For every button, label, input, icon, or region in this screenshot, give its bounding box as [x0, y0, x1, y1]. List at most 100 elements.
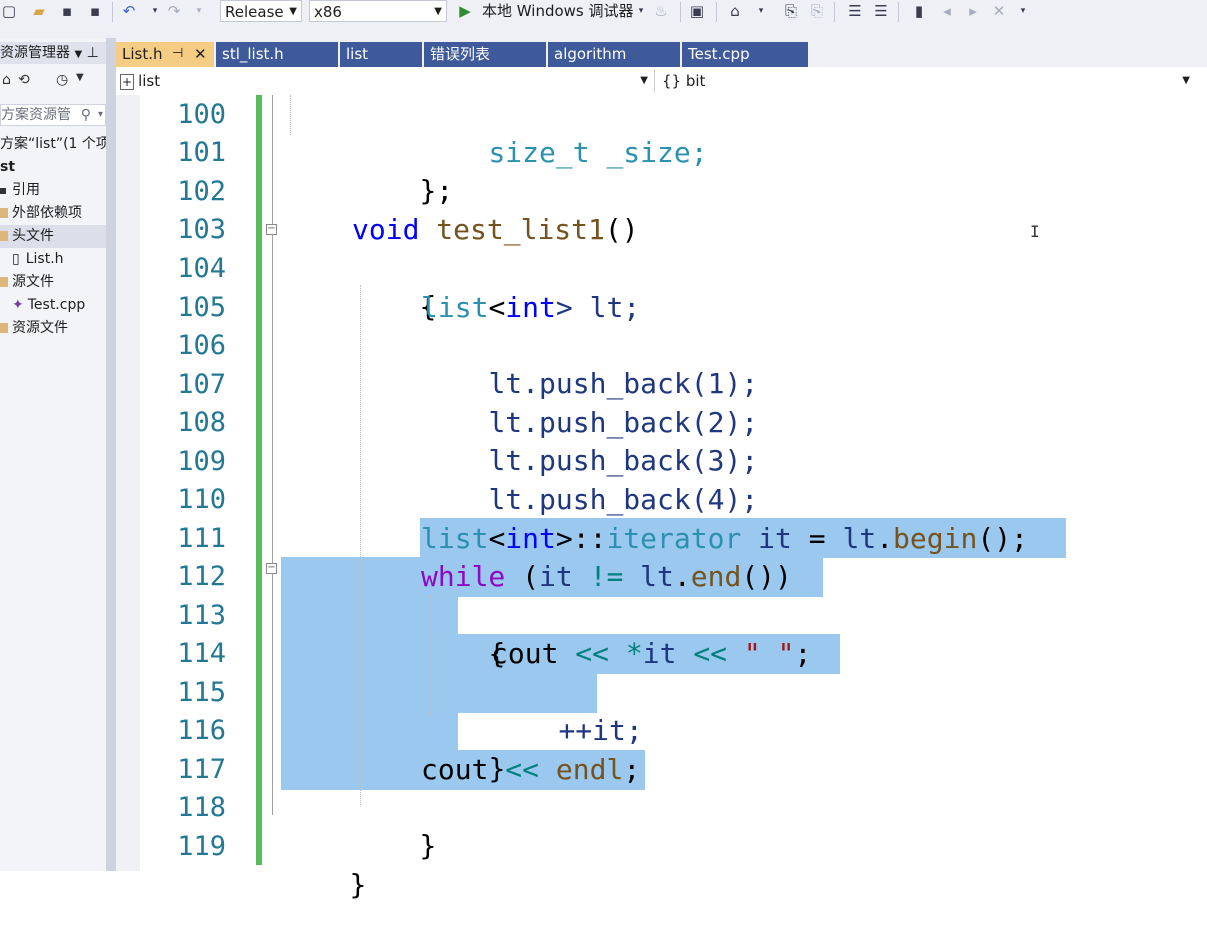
chevron-down-icon[interactable]: ▼: [76, 72, 84, 83]
code-line-112: while (it != lt.end()): [421, 560, 792, 593]
hot-reload-icon[interactable]: ♨: [652, 2, 670, 20]
chevron-down-icon[interactable]: ▾: [98, 105, 103, 125]
chevron-down-icon[interactable]: ▾: [752, 2, 770, 20]
undo-icon[interactable]: ↶: [120, 2, 138, 20]
code-line-100: size_t _size;: [421, 96, 707, 169]
platform-select[interactable]: x86 ▼: [309, 0, 447, 22]
separator: [112, 2, 113, 22]
code-line-118: }: [352, 789, 436, 862]
tab-algorithm[interactable]: algorithm: [548, 42, 680, 67]
separator: [680, 2, 681, 22]
save-icon[interactable]: ▪: [58, 2, 76, 20]
open-folder-icon[interactable]: ▰: [30, 2, 48, 20]
separator: [834, 2, 835, 22]
external-deps-node[interactable]: 外部依赖项: [0, 202, 106, 225]
history-icon[interactable]: ◷: [56, 72, 68, 88]
solution-search-input[interactable]: 方案资源管 ⚲ ▾: [0, 104, 106, 126]
solution-explorer-toolbar: ⌂ ⟲ ◷ ▼: [0, 70, 106, 94]
solution-explorer-header: 资源管理器 ▼ ⊥: [0, 42, 106, 64]
clear-bookmarks-icon[interactable]: ✕: [990, 2, 1008, 20]
code-line-106: lt.push_back(1);: [421, 327, 758, 400]
comment-icon[interactable]: ☰: [872, 2, 890, 20]
prev-bookmark-icon[interactable]: ◂: [938, 2, 956, 20]
code-type: list: [421, 522, 489, 555]
redo-icon[interactable]: ↷: [165, 2, 183, 20]
step-out-icon[interactable]: ⎘: [808, 2, 826, 20]
solution-explorer: 资源管理器 ▼ ⊥ ⌂ ⟲ ◷ ▼ 方案资源管 ⚲ ▾ 方案“list”(1 个…: [0, 38, 106, 871]
outline-line: [272, 95, 273, 224]
document-tabs: List.h ⊣ ✕ stl_list.h list 错误列表 algorith…: [116, 38, 1207, 67]
member-select[interactable]: {} bit ▼: [662, 70, 1194, 92]
code-line-117: cout << endl;: [421, 753, 641, 786]
code-text: ++it;: [558, 714, 643, 747]
configuration-value: Release: [225, 3, 284, 21]
step-icon[interactable]: ⎘: [782, 2, 800, 20]
line-number: 111: [177, 523, 226, 554]
chevron-down-icon[interactable]: ▾: [1014, 2, 1032, 20]
tab-label: stl_list.h: [222, 45, 284, 63]
scope-value: list: [138, 72, 161, 90]
tab-stl-list-h[interactable]: stl_list.h: [216, 42, 338, 67]
save-all-icon[interactable]: ▪: [86, 2, 104, 20]
collapse-icon[interactable]: −: [266, 224, 277, 235]
chevron-down-icon: ▼: [434, 6, 442, 17]
run-debugger-button[interactable]: 本地 Windows 调试器: [482, 0, 634, 22]
pin-icon[interactable]: ⊣: [172, 42, 183, 66]
play-icon[interactable]: ▶: [456, 2, 474, 20]
tab-list[interactable]: list: [340, 42, 422, 67]
line-number: 115: [177, 677, 226, 708]
scope-select[interactable]: + list ▼: [120, 70, 652, 92]
line-number: 116: [177, 715, 226, 746]
code-line-101: };: [352, 134, 453, 207]
search-icon[interactable]: ⚲: [81, 105, 91, 125]
sync-icon[interactable]: ⟲: [18, 72, 30, 88]
panel-splitter[interactable]: [106, 38, 116, 871]
project-node[interactable]: st: [0, 156, 106, 179]
chevron-down-icon[interactable]: ▾: [146, 2, 164, 20]
tab-label: algorithm: [554, 45, 627, 63]
indent-icon[interactable]: ☰: [846, 2, 864, 20]
code-type: iterator: [606, 522, 742, 555]
outline-line: [272, 749, 273, 815]
header-files-node[interactable]: 头文件: [0, 225, 106, 248]
tree-label: List.h: [25, 251, 64, 267]
chevron-down-icon[interactable]: ▾: [190, 2, 208, 20]
tab-error-list[interactable]: 错误列表: [424, 42, 546, 67]
chevron-down-icon[interactable]: ▼: [74, 49, 82, 60]
bookmark-icon[interactable]: ▮: [910, 2, 928, 20]
close-icon[interactable]: ✕: [194, 42, 207, 66]
new-project-icon[interactable]: ▢: [0, 2, 18, 20]
collapse-icon[interactable]: −: [266, 563, 277, 574]
tree-label: 头文件: [12, 228, 54, 244]
tree-label: 方案“list”(1 个项: [0, 136, 106, 152]
home-icon[interactable]: ⌂: [2, 72, 11, 88]
code-function: test_list1: [436, 213, 605, 246]
test-cpp-node[interactable]: ✦ Test.cpp: [0, 294, 118, 317]
next-bookmark-icon[interactable]: ▸: [964, 2, 982, 20]
pin-icon[interactable]: ⊥: [87, 45, 99, 61]
tab-label: 错误列表: [430, 45, 491, 63]
code-text: cout: [421, 753, 489, 786]
folder-icon: [0, 323, 8, 333]
chevron-down-icon[interactable]: ▾: [632, 2, 650, 20]
code-text: > lt;: [555, 291, 641, 324]
tab-test-cpp[interactable]: Test.cpp: [682, 42, 808, 67]
code-editor[interactable]: − − 100 101 102 103 104 105 106 107 108 …: [116, 95, 1207, 901]
solution-node[interactable]: 方案“list”(1 个项: [0, 133, 106, 156]
code-line-119: }: [282, 828, 366, 901]
source-files-node[interactable]: 源文件: [0, 271, 106, 294]
home-icon[interactable]: ⌂: [726, 2, 744, 20]
code-string: " ": [743, 637, 795, 670]
line-number: 103: [177, 214, 226, 245]
configuration-select[interactable]: Release ▼: [220, 0, 302, 22]
list-h-node[interactable]: ▯ List.h: [0, 248, 118, 271]
line-number: 119: [177, 831, 226, 862]
resource-files-node[interactable]: 资源文件: [0, 317, 106, 340]
line-number: 101: [177, 137, 226, 168]
code-variable: lt: [640, 560, 674, 593]
references-node[interactable]: 引用: [0, 179, 106, 202]
separator: [898, 2, 899, 22]
code-text: cout: [491, 637, 559, 670]
tab-list-h[interactable]: List.h ⊣ ✕: [116, 42, 214, 67]
find-in-files-icon[interactable]: ▣: [688, 2, 706, 20]
